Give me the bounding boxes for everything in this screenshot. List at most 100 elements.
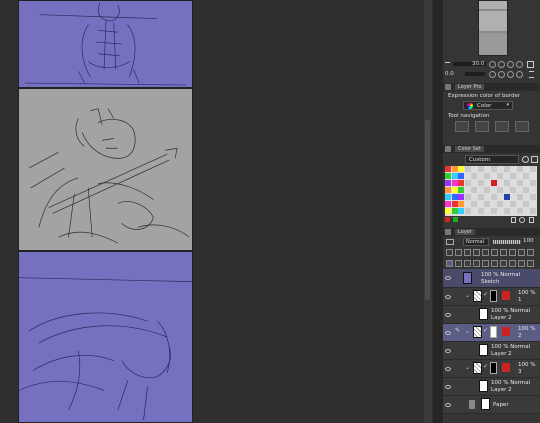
layer-tool-icon[interactable] (446, 249, 453, 256)
folder-expand-icon[interactable]: ⌄ (465, 292, 470, 299)
color-swatch[interactable] (471, 173, 477, 179)
comic-panel-3[interactable] (18, 251, 193, 423)
color-swatch[interactable] (458, 166, 464, 172)
panel-divider[interactable] (433, 0, 443, 423)
color-swatch[interactable] (490, 173, 497, 179)
flip-icon[interactable] (527, 61, 534, 68)
color-swatch[interactable] (445, 166, 451, 172)
color-swatch[interactable] (490, 180, 497, 186)
rotate-right-icon[interactable] (498, 71, 505, 78)
canvas-area[interactable] (0, 0, 425, 423)
color-swatch[interactable] (484, 166, 490, 172)
color-swatch[interactable] (458, 208, 464, 214)
color-swatch[interactable] (477, 166, 484, 172)
color-swatch[interactable] (464, 187, 471, 193)
color-set-dropdown[interactable]: Custom (465, 155, 519, 164)
color-swatch[interactable] (497, 173, 503, 179)
layer-tool-icon[interactable] (500, 249, 507, 256)
color-swatch[interactable] (458, 201, 464, 207)
color-swatch[interactable] (529, 194, 536, 200)
color-swatch[interactable] (477, 201, 484, 207)
color-swatch[interactable] (523, 173, 529, 179)
scrollbar-thumb[interactable] (425, 120, 430, 300)
add-color-icon[interactable] (445, 217, 450, 222)
color-swatch[interactable] (490, 187, 497, 193)
layer-row-folder-3[interactable]: ⌄ ✓ 100 % 3 (443, 360, 540, 378)
color-swatch[interactable] (458, 173, 464, 179)
mask-disabled-icon[interactable] (502, 291, 510, 300)
color-swatch[interactable] (516, 173, 523, 179)
layer-row-paper[interactable]: Paper (443, 396, 540, 414)
color-swatch[interactable] (523, 194, 529, 200)
layer-tool-icon[interactable] (473, 249, 480, 256)
comic-panel-1[interactable] (18, 0, 193, 88)
layer-row-sketch[interactable]: 100 % Normal Sketch (443, 269, 540, 288)
color-swatch[interactable] (451, 173, 458, 179)
color-swatch[interactable] (510, 201, 516, 207)
hourglass-icon[interactable] (529, 71, 534, 78)
color-swatch[interactable] (477, 173, 484, 179)
color-swatch[interactable] (510, 166, 516, 172)
color-swatch[interactable] (490, 201, 497, 207)
color-swatch[interactable] (490, 194, 497, 200)
eyedrop-icon[interactable] (519, 217, 525, 223)
navigator-preview[interactable] (478, 0, 508, 56)
color-swatch[interactable] (510, 180, 516, 186)
folder-expand-icon[interactable]: ⌄ (465, 328, 470, 335)
comic-panel-2[interactable] (18, 88, 193, 251)
tab-layer[interactable]: Layer (455, 229, 475, 235)
folder-expand-icon[interactable]: ⌄ (465, 364, 470, 371)
layer-tool-icon[interactable] (482, 249, 489, 256)
color-swatch[interactable] (451, 187, 458, 193)
color-swatch[interactable] (451, 166, 458, 172)
layer-tool-icon[interactable] (455, 260, 462, 267)
color-swatch[interactable] (503, 194, 510, 200)
color-swatch[interactable] (464, 166, 471, 172)
layer-tool-icon[interactable] (509, 249, 516, 256)
color-swatch[interactable] (523, 166, 529, 172)
color-swatch[interactable] (510, 187, 516, 193)
color-swatch[interactable] (529, 173, 536, 179)
layer-tool-icon[interactable] (509, 260, 516, 267)
color-swatch[interactable] (477, 187, 484, 193)
color-swatch[interactable] (484, 194, 490, 200)
layer-row-folder-1[interactable]: ⌄ ✓ 100 % 1 (443, 288, 540, 306)
color-swatch[interactable] (497, 180, 503, 186)
eye-icon[interactable] (445, 295, 451, 299)
color-swatch[interactable] (484, 180, 490, 186)
layer-tool-icon[interactable] (527, 260, 534, 267)
layer-tool-icon[interactable] (518, 249, 525, 256)
reset-rotate-icon[interactable] (507, 71, 514, 78)
rotate-left-icon[interactable] (489, 71, 496, 78)
color-swatch[interactable] (458, 187, 464, 193)
layer-tool-icon[interactable] (446, 260, 453, 267)
eye-icon[interactable] (445, 313, 451, 317)
color-swatch[interactable] (510, 194, 516, 200)
color-swatch[interactable] (445, 194, 451, 200)
color-swatch[interactable] (529, 166, 536, 172)
color-swatch[interactable] (464, 201, 471, 207)
color-swatch[interactable] (477, 194, 484, 200)
color-swatch[interactable] (484, 208, 490, 214)
color-swatch[interactable] (497, 208, 503, 214)
color-swatch[interactable] (497, 194, 503, 200)
color-swatch[interactable] (523, 187, 529, 193)
eye-icon[interactable] (445, 276, 451, 280)
add-fg-color-icon[interactable] (453, 217, 458, 222)
layer-tool-icon[interactable] (455, 249, 462, 256)
color-swatch[interactable] (451, 180, 458, 186)
layer-row-layer2-a[interactable]: 100 % Normal Layer 2 (443, 306, 540, 324)
color-swatch[interactable] (497, 201, 503, 207)
color-swatch[interactable] (529, 187, 536, 193)
color-swatch[interactable] (523, 208, 529, 214)
eye-icon[interactable] (445, 349, 451, 353)
reference-tool-icon[interactable] (495, 121, 509, 132)
color-swatch[interactable] (490, 166, 497, 172)
color-swatch[interactable] (510, 208, 516, 214)
color-swatch[interactable] (445, 201, 451, 207)
color-swatch[interactable] (471, 187, 477, 193)
tab-layer-property[interactable]: Layer Pro (455, 84, 485, 90)
color-swatch[interactable] (477, 180, 484, 186)
color-set-view-icon[interactable] (531, 156, 538, 163)
zoom-in-icon[interactable] (489, 61, 496, 68)
